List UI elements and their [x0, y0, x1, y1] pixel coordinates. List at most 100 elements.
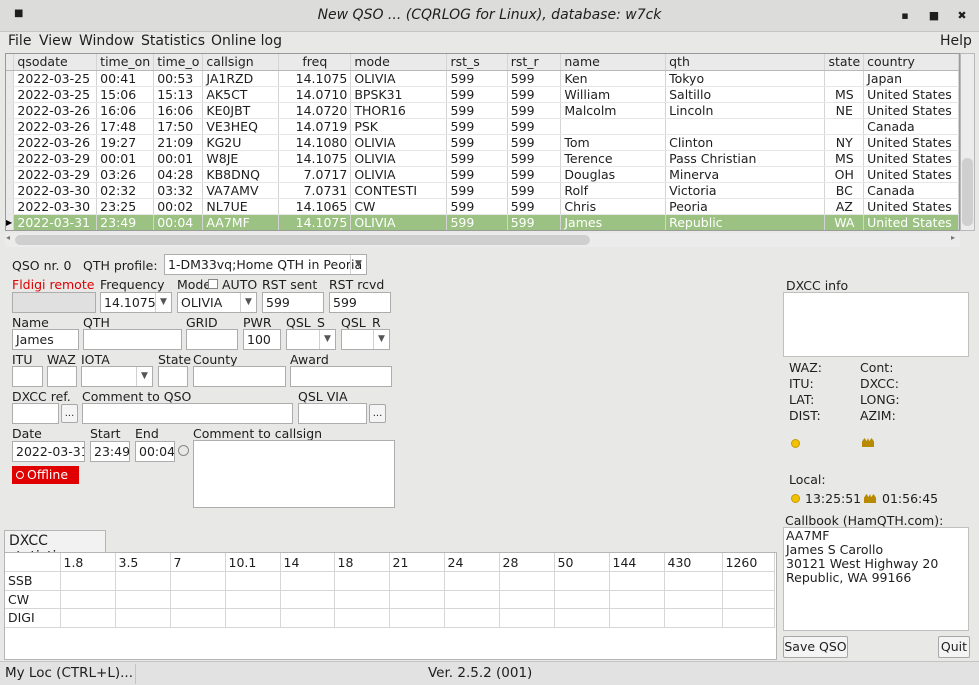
col-header[interactable]: name — [560, 54, 667, 71]
grid-vertical-scrollbar[interactable] — [960, 53, 975, 231]
table-row[interactable]: 2022-03-30 23:25 00:02 NL7UE 14.1065 CW 599 599… — [6, 198, 959, 215]
minimize-icon[interactable]: ▪ — [895, 8, 915, 24]
grid-input[interactable] — [186, 329, 238, 350]
col-header[interactable]: rst_r — [507, 54, 562, 71]
rst-sent-input[interactable]: 599 — [262, 292, 324, 313]
clock-icon[interactable] — [178, 445, 189, 459]
county-label: County — [193, 352, 238, 367]
col-header[interactable]: callsign — [202, 54, 280, 71]
award-input[interactable] — [290, 366, 392, 387]
col-header[interactable]: qth — [665, 54, 826, 71]
comment-callsign-textarea[interactable] — [193, 440, 395, 508]
dxcc-ref-input[interactable] — [12, 403, 59, 424]
col-header[interactable]: time_on — [96, 54, 155, 71]
rst-rcvd-input[interactable]: 599 — [329, 292, 391, 313]
stat-cell — [499, 571, 555, 591]
window-title: New QSO ... (CQRLOG for Linux), database… — [317, 7, 662, 23]
auto-checkbox[interactable] — [208, 279, 218, 289]
table-row[interactable]: 2022-03-26 19:27 21:09 KG2U 14.1080 OLIVIA 599… — [6, 134, 959, 151]
mode-value: OLIVIA — [181, 295, 223, 310]
table-row[interactable]: 2022-03-29 03:26 04:28 KB8DNQ 7.0717 OLIVIA 59… — [6, 166, 959, 183]
table-cell: 14.1075 — [278, 214, 352, 230]
mode-row-label: SSB — [5, 571, 61, 591]
scroll-right-icon[interactable]: ▸ — [951, 233, 955, 242]
stat-cell — [225, 590, 281, 609]
qsl-via-browse-button[interactable]: ... — [369, 404, 386, 423]
qso-list-grid[interactable]: qsodate time_on time_o callsign freq mod… — [5, 53, 960, 231]
table-row[interactable]: 2022-03-30 02:32 03:32 VA7AMV 7.0731 CONTESTI… — [6, 182, 959, 199]
table-cell: Clinton — [665, 134, 826, 151]
table-cell — [824, 118, 865, 135]
row-indicator — [6, 70, 15, 87]
table-cell: 599 — [507, 102, 562, 119]
county-input[interactable] — [193, 366, 286, 387]
col-header[interactable]: qsodate — [13, 54, 98, 71]
iota-select[interactable]: ▼ — [81, 366, 153, 387]
col-header[interactable]: mode — [350, 54, 448, 71]
callbook-line: 30121 West Highway 20 — [786, 556, 939, 571]
local-sunset-time: 01:56:45 — [882, 491, 939, 506]
qsl-s-select[interactable]: ▼ — [286, 329, 336, 350]
chevron-down-icon: ▼ — [373, 330, 389, 349]
qth-profile-select[interactable]: 1-DM33vq;Home QTH in Peoria ▼ — [164, 254, 367, 275]
offline-status-button[interactable]: Offline — [12, 466, 79, 484]
table-row[interactable]: 2022-03-26 16:06 16:06 KE0JBT 14.0720 THOR16 5… — [6, 102, 959, 119]
scroll-left-icon[interactable]: ◂ — [6, 233, 10, 242]
dxcc-ref-browse-button[interactable]: ... — [61, 404, 78, 423]
menu-view[interactable]: View — [39, 33, 72, 49]
name-input[interactable]: James — [12, 329, 79, 350]
my-loc-status[interactable]: My Loc (CTRL+L)... — [5, 665, 133, 681]
end-time-input[interactable]: 00:04 — [135, 441, 175, 462]
table-cell: Chris — [560, 198, 667, 215]
table-row[interactable]: 2022-03-25 15:06 15:13 AK5CT 14.0710 BPSK31 59… — [6, 86, 959, 103]
start-time-input[interactable]: 23:49 — [90, 441, 130, 462]
callbook-line: AA7MF — [786, 528, 830, 543]
qsl-r-select[interactable]: ▼ — [341, 329, 390, 350]
chevron-down-icon: ▼ — [136, 367, 152, 386]
menu-bar: File View Window Statistics Online log H… — [0, 32, 979, 52]
col-header[interactable]: freq — [278, 54, 352, 71]
state-input[interactable] — [158, 366, 188, 387]
col-header[interactable]: time_o — [153, 54, 204, 71]
qsl-via-input[interactable] — [298, 403, 367, 424]
table-row[interactable]: 2022-03-25 00:41 00:53 JA1RZD 14.1075 OLIVIA 5… — [6, 70, 959, 87]
menu-statistics[interactable]: Statistics — [141, 33, 205, 49]
tab-dxcc-statistic[interactable]: DXCC statistic — [4, 530, 106, 565]
mode-select[interactable]: OLIVIA ▼ — [177, 292, 257, 313]
table-cell: 14.1080 — [278, 134, 352, 151]
table-cell: 02:32 — [96, 182, 155, 199]
frequency-input[interactable]: 14.1075 ▼ — [100, 292, 172, 313]
table-row[interactable]: 2022-03-29 00:01 00:01 W8JE 14.1075 OLIVIA 599… — [6, 150, 959, 167]
menu-online-log[interactable]: Online log — [211, 33, 282, 49]
quit-button[interactable]: Quit — [938, 636, 970, 658]
table-cell: 599 — [446, 198, 508, 215]
comment-qso-input[interactable] — [82, 403, 293, 424]
col-header[interactable]: state — [824, 54, 865, 71]
maximize-icon[interactable]: ■ — [924, 8, 944, 24]
col-header[interactable]: country — [863, 54, 959, 71]
date-input[interactable]: 2022-03-31 — [12, 441, 85, 462]
qth-input[interactable] — [83, 329, 182, 350]
fldigi-remote-label[interactable]: Fldigi remote — [12, 277, 94, 292]
pwr-input[interactable]: 100 — [243, 329, 281, 350]
waz-input[interactable] — [47, 366, 77, 387]
table-row[interactable]: 2022-03-26 17:48 17:50 VE3HEQ 14.0719 PSK 599 5… — [6, 118, 959, 135]
award-label: Award — [290, 352, 329, 367]
table-cell: Tom — [560, 134, 667, 151]
qth-profile-value: 1-DM33vq;Home QTH in Peoria — [168, 257, 363, 272]
itu-input[interactable] — [12, 366, 43, 387]
qsl-via-label: QSL VIA — [298, 389, 348, 404]
table-cell: 599 — [446, 134, 508, 151]
save-qso-button[interactable]: Save QSO — [783, 636, 848, 658]
grid-horizontal-scrollbar[interactable]: ◂ ▸ — [5, 233, 960, 247]
scroll-thumb[interactable] — [15, 235, 590, 245]
menu-file[interactable]: File — [8, 33, 31, 49]
menu-help[interactable]: Help — [940, 33, 972, 49]
scroll-thumb[interactable] — [962, 158, 973, 226]
table-cell: VA7AMV — [202, 182, 280, 199]
table-row[interactable]: ▶ 2022-03-31 23:49 00:04 AA7MF 14.1075 OLIVIA 5… — [6, 214, 959, 230]
col-header[interactable]: rst_s — [446, 54, 508, 71]
band-header: 430 — [664, 553, 723, 572]
close-icon[interactable]: ✖ — [952, 8, 972, 24]
menu-window[interactable]: Window — [79, 33, 134, 49]
